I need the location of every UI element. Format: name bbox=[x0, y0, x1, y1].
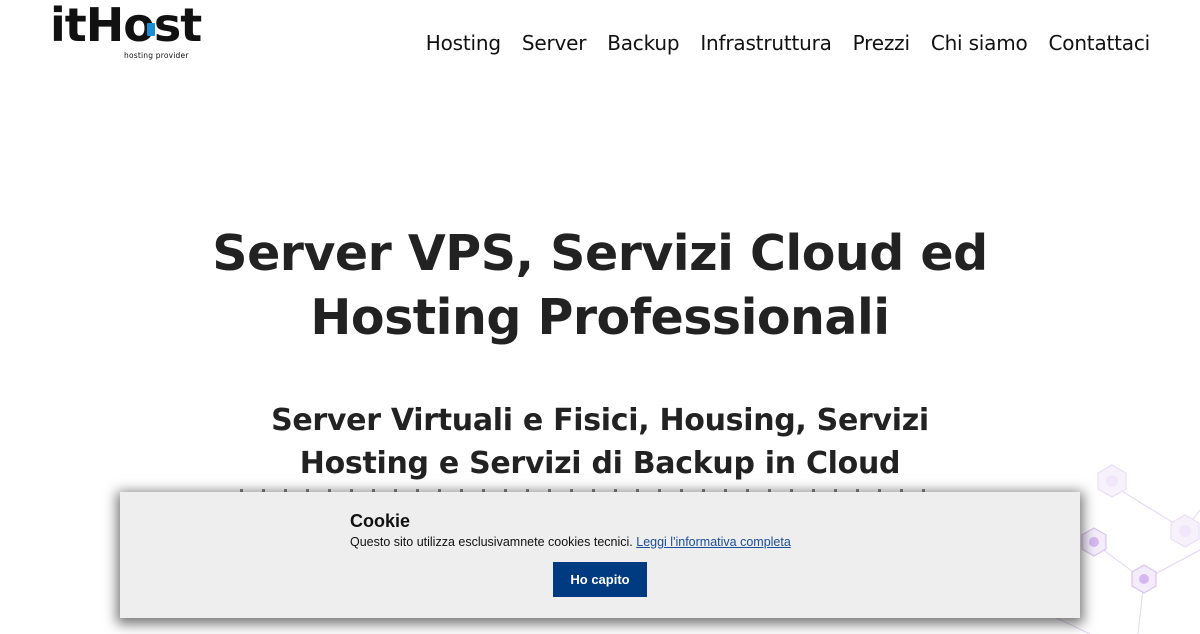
nav-infrastruttura[interactable]: Infrastruttura bbox=[700, 30, 831, 56]
hero-subtitle: Server Virtuali e Fisici, Housing, Servi… bbox=[0, 399, 1200, 485]
cookie-accept-button[interactable]: Ho capito bbox=[553, 562, 647, 597]
nav-server[interactable]: Server bbox=[522, 30, 587, 56]
logo-tagline: hosting provider bbox=[124, 51, 189, 60]
nav-prezzi[interactable]: Prezzi bbox=[853, 30, 910, 56]
hero-title: Server VPS, Servizi Cloud ed Hosting Pro… bbox=[0, 222, 1200, 350]
hero-subtitle-line1: Server Virtuali e Fisici, Housing, Servi… bbox=[271, 403, 929, 438]
hero-title-line1: Server VPS, Servizi Cloud ed bbox=[212, 225, 988, 282]
logo[interactable]: itHost hosting provider bbox=[50, 2, 202, 62]
nav-hosting[interactable]: Hosting bbox=[426, 30, 501, 56]
nav-contattaci[interactable]: Contattaci bbox=[1049, 30, 1151, 56]
cookie-banner: Cookie Questo sito utilizza esclusivamne… bbox=[120, 492, 1080, 618]
cookie-message: Questo sito utilizza esclusivamnete cook… bbox=[350, 535, 633, 549]
main-nav: Hosting Server Backup Infrastruttura Pre… bbox=[405, 30, 1150, 56]
power-icon bbox=[147, 23, 155, 36]
nav-chi-siamo[interactable]: Chi siamo bbox=[931, 30, 1028, 56]
cookie-policy-link[interactable]: Leggi l'informativa completa bbox=[636, 535, 791, 549]
hero-title-line2: Hosting Professionali bbox=[310, 289, 890, 346]
hero-subtitle-line2: Hosting e Servizi di Backup in Cloud bbox=[299, 446, 901, 481]
nav-backup[interactable]: Backup bbox=[607, 30, 679, 56]
logo-wordmark: itHost bbox=[50, 0, 202, 52]
cookie-text-row: Questo sito utilizza esclusivamnete cook… bbox=[350, 535, 791, 549]
cookie-title: Cookie bbox=[350, 511, 411, 531]
